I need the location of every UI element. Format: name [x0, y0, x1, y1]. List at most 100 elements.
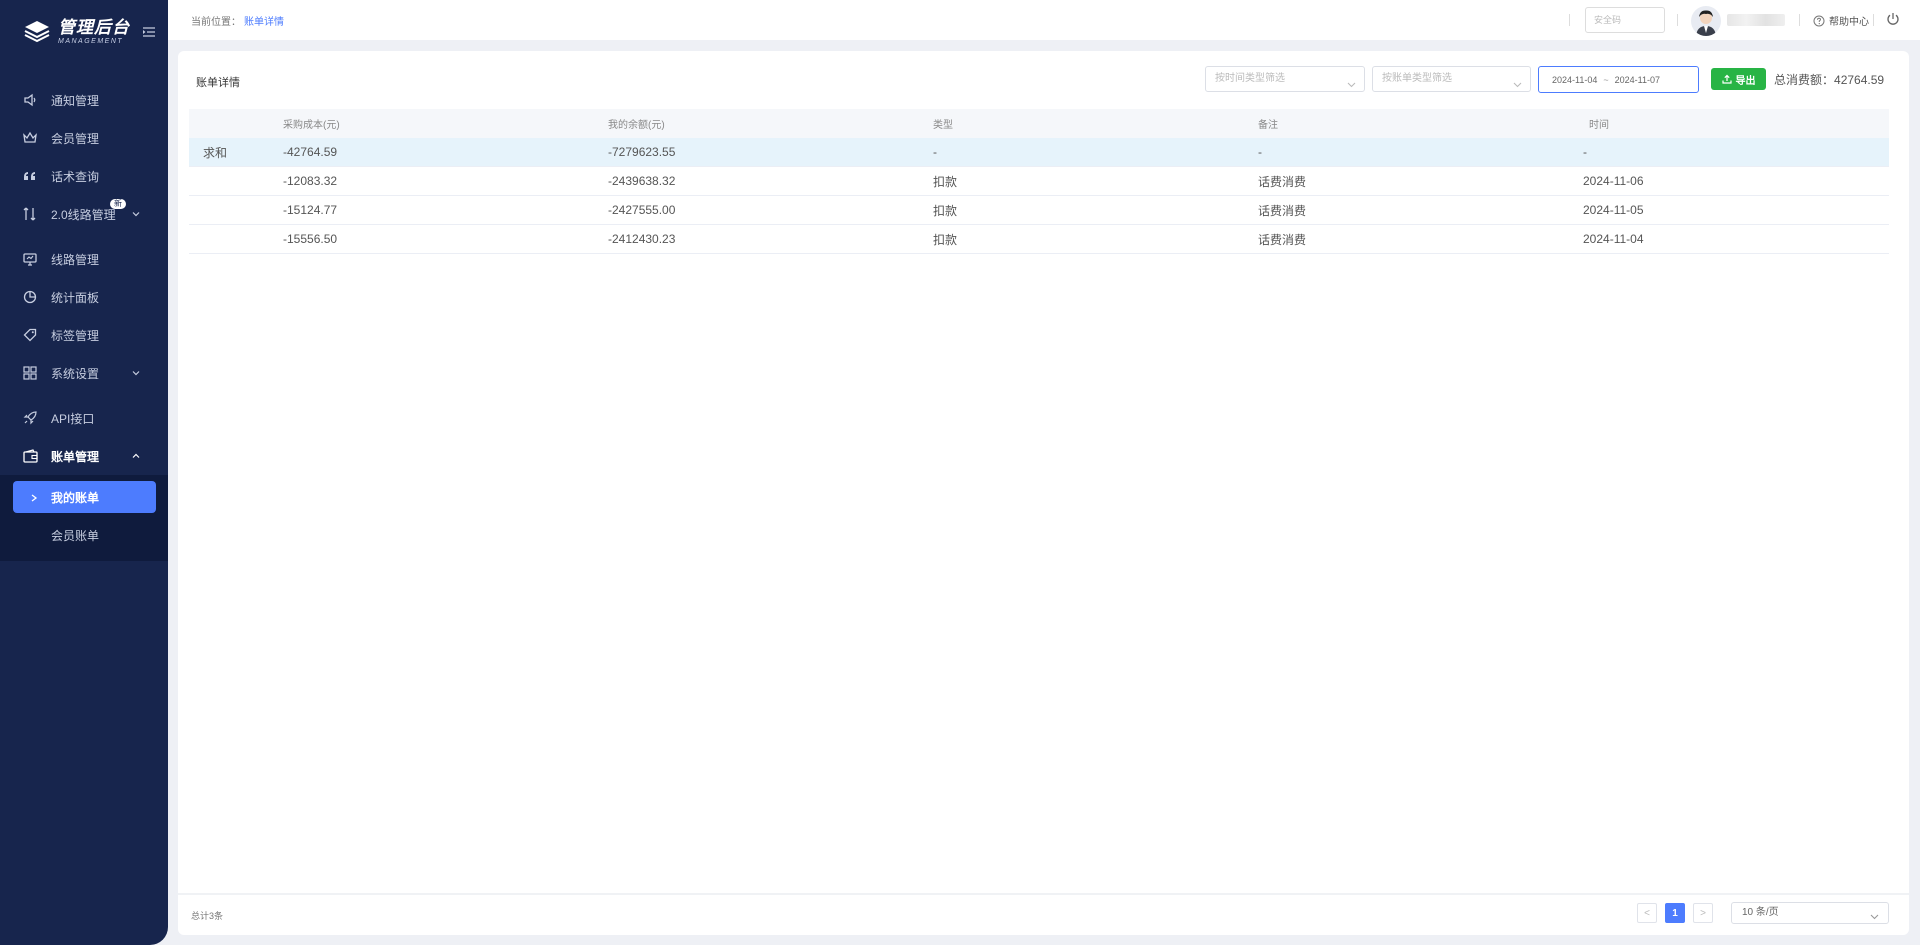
- chevron-down-icon: [1513, 75, 1522, 88]
- column-header: 备注: [1258, 120, 1278, 131]
- next-page-button[interactable]: >: [1693, 903, 1713, 923]
- date-end: 2024-11-07: [1614, 74, 1661, 85]
- chevron-down-icon: [1347, 75, 1356, 88]
- sidebar-item-label: 标签管理: [51, 328, 100, 343]
- prev-page-button[interactable]: <: [1637, 903, 1657, 923]
- table-cell: -15124.77: [283, 203, 338, 217]
- table-cell: 2024-11-04: [1583, 232, 1644, 246]
- sidebar-item-member-bills[interactable]: 会员账单: [13, 519, 156, 551]
- footer-divider: [178, 893, 1909, 895]
- bill-table: 采购成本(元) 我的余额(元) 类型 备注 时间 求和 -42764.59 -7…: [189, 109, 1889, 254]
- chevron-right-icon: >: [1700, 907, 1706, 919]
- bill-detail-card: 账单详情 按时间类型筛选 按账单类型筛选 2024-11-04 ~ 2024-1…: [178, 51, 1909, 935]
- sidebar-item-label: 2.0线路管理: [51, 207, 116, 222]
- sidebar-subitem-label: 我的账单: [51, 490, 100, 505]
- chevron-down-icon: [131, 208, 141, 218]
- column-header: 类型: [933, 120, 953, 131]
- table-sum-row: 求和 -42764.59 -7279623.55 - - -: [189, 138, 1889, 167]
- security-code-input[interactable]: [1585, 7, 1665, 33]
- sidebar-item-members[interactable]: 会员管理: [0, 119, 168, 157]
- table-cell: -: [1583, 145, 1587, 159]
- rocket-icon: [22, 410, 38, 426]
- table-cell: -2412430.23: [608, 232, 676, 246]
- column-header: 我的余额(元): [608, 120, 665, 131]
- table-cell: -12083.32: [283, 174, 338, 188]
- speaker-icon: [22, 92, 38, 108]
- sidebar-item-notice[interactable]: 通知管理: [0, 81, 168, 119]
- logo-stack-icon: [22, 18, 52, 46]
- total-value: 42764.59: [1834, 73, 1885, 87]
- question-circle-icon: [1813, 15, 1825, 27]
- sidebar-item-billing[interactable]: 账单管理: [0, 437, 168, 475]
- table-row: -15556.50 -2412430.23 扣款 话费消费 2024-11-04: [189, 225, 1889, 254]
- time-type-filter[interactable]: 按时间类型筛选: [1205, 66, 1365, 92]
- billing-submenu: 我的账单 会员账单: [0, 475, 168, 561]
- column-header: 采购成本(元): [283, 120, 340, 131]
- export-label: 导出: [1735, 75, 1756, 87]
- help-center-link[interactable]: 帮助中心: [1813, 13, 1869, 28]
- app-subtitle: MANAGEMENT: [58, 38, 124, 45]
- date-separator: ~: [1603, 74, 1609, 85]
- page-button-1[interactable]: 1: [1665, 903, 1685, 923]
- sidebar-item-stats[interactable]: 统计面板: [0, 278, 168, 316]
- table-cell: 2024-11-05: [1583, 203, 1644, 217]
- page-size-select[interactable]: 10 条/页: [1731, 902, 1889, 924]
- sidebar-item-script-query[interactable]: 话术查询: [0, 157, 168, 195]
- breadcrumb-current[interactable]: 账单详情: [244, 13, 284, 28]
- sidebar-item-tags[interactable]: 标签管理: [0, 316, 168, 354]
- total-consumption: 总消费额：42764.59: [1774, 71, 1884, 88]
- table-cell: -15556.50: [283, 232, 338, 246]
- sidebar-item-settings[interactable]: 系统设置: [0, 354, 168, 392]
- bill-type-filter-placeholder: 按账单类型筛选: [1382, 73, 1452, 84]
- sidebar: 管理后台 MANAGEMENT 通知管理 会员管理 话术查询 2.0线路管理 新…: [0, 0, 168, 945]
- header-divider: [1799, 14, 1800, 26]
- header-divider: [1569, 14, 1570, 26]
- table-cell: -7279623.55: [608, 145, 676, 159]
- export-button[interactable]: 导出: [1711, 68, 1766, 90]
- sidebar-subitem-label: 会员账单: [51, 528, 100, 543]
- time-type-filter-placeholder: 按时间类型筛选: [1215, 73, 1285, 84]
- table-cell: 话费消费: [1258, 203, 1307, 218]
- table-cell: 扣款: [933, 203, 958, 218]
- date-range-picker[interactable]: 2024-11-04 ~ 2024-11-07: [1538, 66, 1699, 93]
- sidebar-item-my-bills[interactable]: 我的账单: [13, 481, 156, 513]
- table-cell: -42764.59: [283, 145, 338, 159]
- new-badge: 新: [110, 199, 126, 209]
- table-cell: 求和: [203, 145, 228, 160]
- avatar[interactable]: [1691, 6, 1721, 36]
- power-icon[interactable]: [1886, 12, 1900, 26]
- table-cell: -: [1258, 145, 1262, 159]
- table-row: -12083.32 -2439638.32 扣款 话费消费 2024-11-06: [189, 167, 1889, 196]
- table-header: 采购成本(元) 我的余额(元) 类型 备注 时间: [189, 109, 1889, 138]
- grid-icon: [22, 365, 38, 381]
- chevron-right-icon: [30, 492, 38, 502]
- sidebar-item-label: 通知管理: [51, 93, 100, 108]
- sidebar-item-api[interactable]: API接口: [0, 399, 168, 437]
- chevron-down-icon: [1870, 909, 1879, 920]
- sidebar-item-label: 会员管理: [51, 131, 100, 146]
- route-icon: [22, 206, 38, 222]
- crown-icon: [22, 130, 38, 146]
- chevron-up-icon: [131, 450, 141, 460]
- sidebar-item-label: 统计面板: [51, 290, 100, 305]
- table-cell: 话费消费: [1258, 232, 1307, 247]
- header-divider: [1873, 14, 1874, 26]
- date-start: 2024-11-04: [1552, 74, 1598, 85]
- sidebar-item-label: 线路管理: [51, 252, 100, 267]
- bill-type-filter[interactable]: 按账单类型筛选: [1372, 66, 1531, 92]
- table-cell: 扣款: [933, 232, 958, 247]
- column-header: 时间: [1589, 120, 1609, 131]
- sidebar-item-label: 系统设置: [51, 366, 100, 381]
- sidebar-item-label: 话术查询: [51, 169, 100, 184]
- card-title: 账单详情: [196, 77, 240, 89]
- sidebar-item-route-v2[interactable]: 2.0线路管理 新: [0, 195, 168, 233]
- quote-icon: [22, 168, 38, 184]
- table-cell: -2427555.00: [608, 203, 676, 217]
- menu-collapse-icon[interactable]: [142, 25, 156, 39]
- table-cell: -: [933, 145, 937, 159]
- chevron-down-icon: [131, 367, 141, 377]
- total-count: 总计3条: [191, 911, 224, 921]
- chevron-left-icon: <: [1644, 907, 1650, 919]
- app-title: 管理后台: [58, 18, 130, 37]
- sidebar-item-routes[interactable]: 线路管理: [0, 240, 168, 278]
